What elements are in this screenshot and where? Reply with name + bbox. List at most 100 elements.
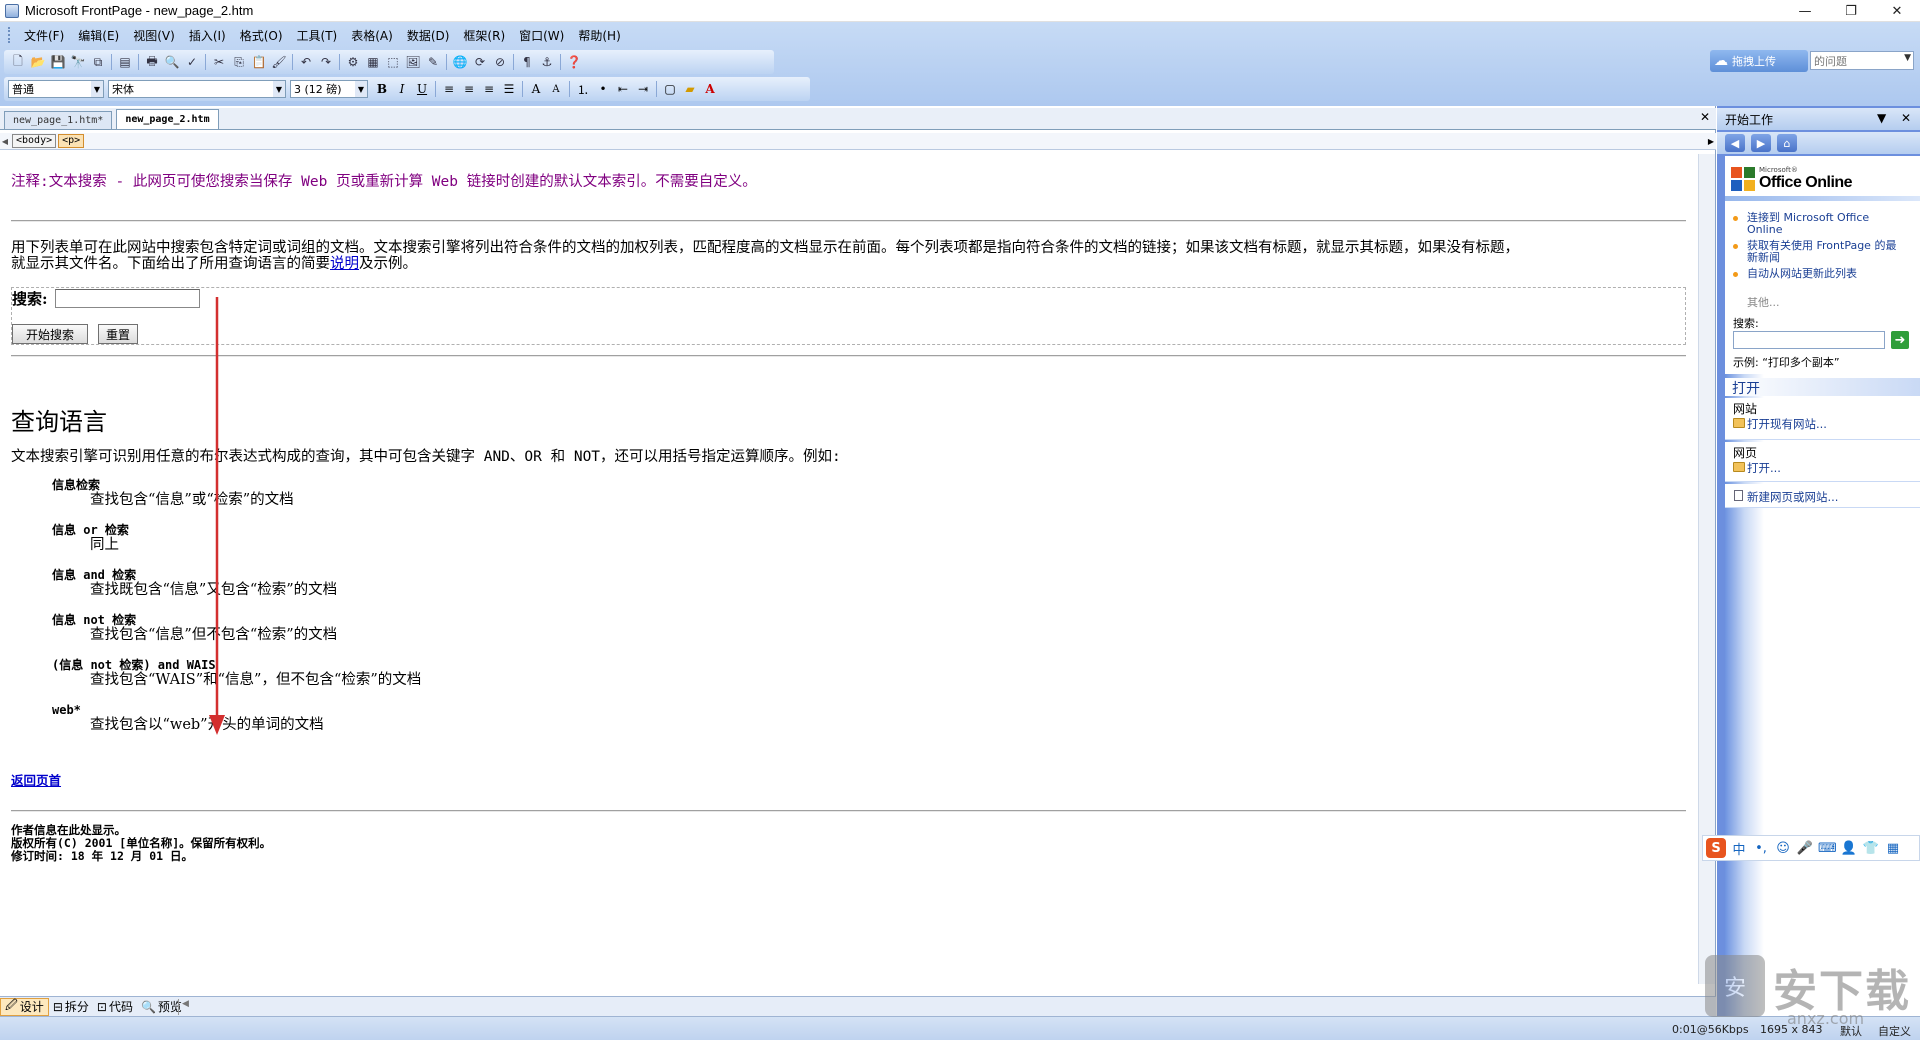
format-painter-icon[interactable]: 🖌: [269, 52, 289, 72]
numbered-list-icon[interactable]: ⒈: [573, 79, 593, 99]
arrow-right-icon[interactable]: ➜: [1891, 331, 1909, 349]
ime-keyboard-icon[interactable]: ⌨: [1818, 841, 1837, 856]
spelling-icon[interactable]: ✓: [182, 52, 202, 72]
justify-icon[interactable]: ☰: [499, 79, 519, 99]
paste-icon[interactable]: 📋: [249, 52, 269, 72]
reset-button[interactable]: 重置: [98, 324, 138, 344]
chevron-down-icon[interactable]: ▼: [1877, 111, 1886, 125]
latest-news-link[interactable]: 获取有关使用 FrontPage 的最新新闻: [1747, 240, 1907, 264]
publish-icon[interactable]: ⧉: [88, 52, 108, 72]
help-question-box[interactable]: 的问题 ▼: [1810, 51, 1914, 70]
chevron-right-icon[interactable]: ▶: [1708, 137, 1714, 146]
search-files-icon[interactable]: 🔭: [68, 52, 88, 72]
menu-file[interactable]: 文件(F): [17, 25, 71, 46]
office-online-link[interactable]: 连接到 Microsoft Office Online: [1747, 212, 1907, 236]
open-folder-icon[interactable]: 📂: [28, 52, 48, 72]
more-link[interactable]: 其他...: [1747, 294, 1780, 310]
bookmark-icon[interactable]: ⚓: [537, 52, 557, 72]
back-icon[interactable]: ◀: [1725, 134, 1745, 152]
menu-insert[interactable]: 插入(I): [182, 25, 233, 46]
show-all-icon[interactable]: ¶: [517, 52, 537, 72]
bulleted-list-icon[interactable]: •: [593, 79, 613, 99]
code-view-button[interactable]: ⊡ 代码: [93, 998, 137, 1016]
align-center-icon[interactable]: ≡: [459, 79, 479, 99]
highlight-icon[interactable]: ▰: [680, 79, 700, 99]
menu-tools[interactable]: 工具(T): [290, 25, 345, 46]
increase-font-icon[interactable]: A: [526, 79, 546, 99]
maximize-button[interactable]: ❐: [1828, 0, 1874, 22]
align-left-icon[interactable]: ≡: [439, 79, 459, 99]
minimize-button[interactable]: —: [1782, 0, 1828, 22]
open-existing-website-link[interactable]: 打开现有网站...: [1747, 416, 1827, 432]
undo-icon[interactable]: ↶: [296, 52, 316, 72]
horizontal-scrollbar[interactable]: ◀: [178, 999, 1716, 1015]
print-icon[interactable]: 🖶: [142, 52, 162, 72]
insert-table-icon[interactable]: ▦: [363, 52, 383, 72]
ime-skin-icon[interactable]: 👕: [1862, 841, 1880, 856]
font-size-combo[interactable]: 3 (12 磅) ▼: [290, 80, 368, 98]
toggle-pane-icon[interactable]: ▤: [115, 52, 135, 72]
menu-data[interactable]: 数据(D): [400, 25, 457, 46]
ime-tools-icon[interactable]: ▦: [1884, 841, 1902, 856]
insert-picture-icon[interactable]: 🖼: [403, 52, 423, 72]
split-view-button[interactable]: ⊟ 拆分: [49, 998, 93, 1016]
pane-search-input[interactable]: [1733, 331, 1885, 349]
start-search-button[interactable]: 开始搜索: [12, 324, 88, 344]
home-icon[interactable]: ⌂: [1777, 134, 1797, 152]
close-button[interactable]: ✕: [1874, 0, 1920, 22]
bold-icon[interactable]: B: [372, 79, 392, 99]
save-icon[interactable]: 💾: [48, 52, 68, 72]
redo-icon[interactable]: ↷: [316, 52, 336, 72]
close-pane-icon[interactable]: ✕: [1901, 111, 1911, 125]
chevron-left-icon[interactable]: ◀: [0, 137, 10, 146]
tag-p[interactable]: <p>: [58, 134, 85, 148]
align-right-icon[interactable]: ≡: [479, 79, 499, 99]
copy-icon[interactable]: ⎘: [229, 52, 249, 72]
back-to-top-link[interactable]: 返回页首: [11, 770, 61, 789]
style-combo[interactable]: 普通 ▼: [8, 80, 104, 98]
italic-icon[interactable]: I: [392, 79, 412, 99]
new-page-icon[interactable]: 🗋: [8, 52, 28, 72]
ime-chinese-mode[interactable]: 中: [1730, 839, 1748, 858]
font-combo[interactable]: 宋体 ▼: [108, 80, 286, 98]
insert-layer-icon[interactable]: ⬚: [383, 52, 403, 72]
stop-icon[interactable]: ⊘: [490, 52, 510, 72]
open-page-link[interactable]: 打开...: [1747, 460, 1781, 476]
auto-update-link[interactable]: 自动从网站更新此列表: [1747, 268, 1907, 280]
search-input[interactable]: [55, 289, 200, 308]
menu-view[interactable]: 视图(V): [126, 25, 182, 46]
increase-indent-icon[interactable]: ⇥: [633, 79, 653, 99]
web-component-icon[interactable]: ⚙: [343, 52, 363, 72]
ime-voice-icon[interactable]: 🎤: [1796, 841, 1814, 856]
drawing-icon[interactable]: ✎: [423, 52, 443, 72]
help-icon[interactable]: ❓: [564, 52, 584, 72]
ime-punctuation-icon[interactable]: •,: [1752, 841, 1770, 856]
hyperlink-icon[interactable]: 🌐: [450, 52, 470, 72]
borders-icon[interactable]: ▢: [660, 79, 680, 99]
tab-new-page-1[interactable]: new_page_1.htm*: [4, 111, 113, 129]
tab-new-page-2[interactable]: new_page_2.htm: [116, 109, 219, 129]
design-view-page[interactable]: 注释:文本搜索 - 此网页可使您搜索当保存 Web 页或重新计算 Web 链接时…: [0, 154, 1698, 984]
close-document-icon[interactable]: ✕: [1700, 110, 1710, 124]
instructions-link[interactable]: 说明: [330, 256, 359, 272]
upload-button[interactable]: ☁ 拖拽上传: [1710, 50, 1808, 72]
new-page-or-site-link[interactable]: 新建网页或网站...: [1747, 489, 1838, 505]
ime-emoji-icon[interactable]: ☺: [1774, 841, 1792, 856]
decrease-indent-icon[interactable]: ⇤: [613, 79, 633, 99]
tag-body[interactable]: <body>: [12, 134, 57, 148]
menu-table[interactable]: 表格(A): [344, 25, 400, 46]
forward-icon[interactable]: ▶: [1751, 134, 1771, 152]
ime-user-icon[interactable]: 👤: [1840, 841, 1858, 856]
design-view-button[interactable]: 🖉 设计: [0, 997, 49, 1016]
font-color-icon[interactable]: A: [700, 79, 720, 99]
underline-icon[interactable]: U: [412, 79, 432, 99]
menu-format[interactable]: 格式(O): [233, 25, 290, 46]
cut-icon[interactable]: ✂: [209, 52, 229, 72]
menu-edit[interactable]: 编辑(E): [71, 25, 126, 46]
preview-browser-icon[interactable]: 🔍: [162, 52, 182, 72]
menu-frames[interactable]: 框架(R): [456, 25, 512, 46]
menu-window[interactable]: 窗口(W): [512, 25, 571, 46]
decrease-font-icon[interactable]: A: [546, 79, 566, 99]
sogou-logo-icon[interactable]: S: [1706, 838, 1726, 858]
refresh-icon[interactable]: ⟳: [470, 52, 490, 72]
